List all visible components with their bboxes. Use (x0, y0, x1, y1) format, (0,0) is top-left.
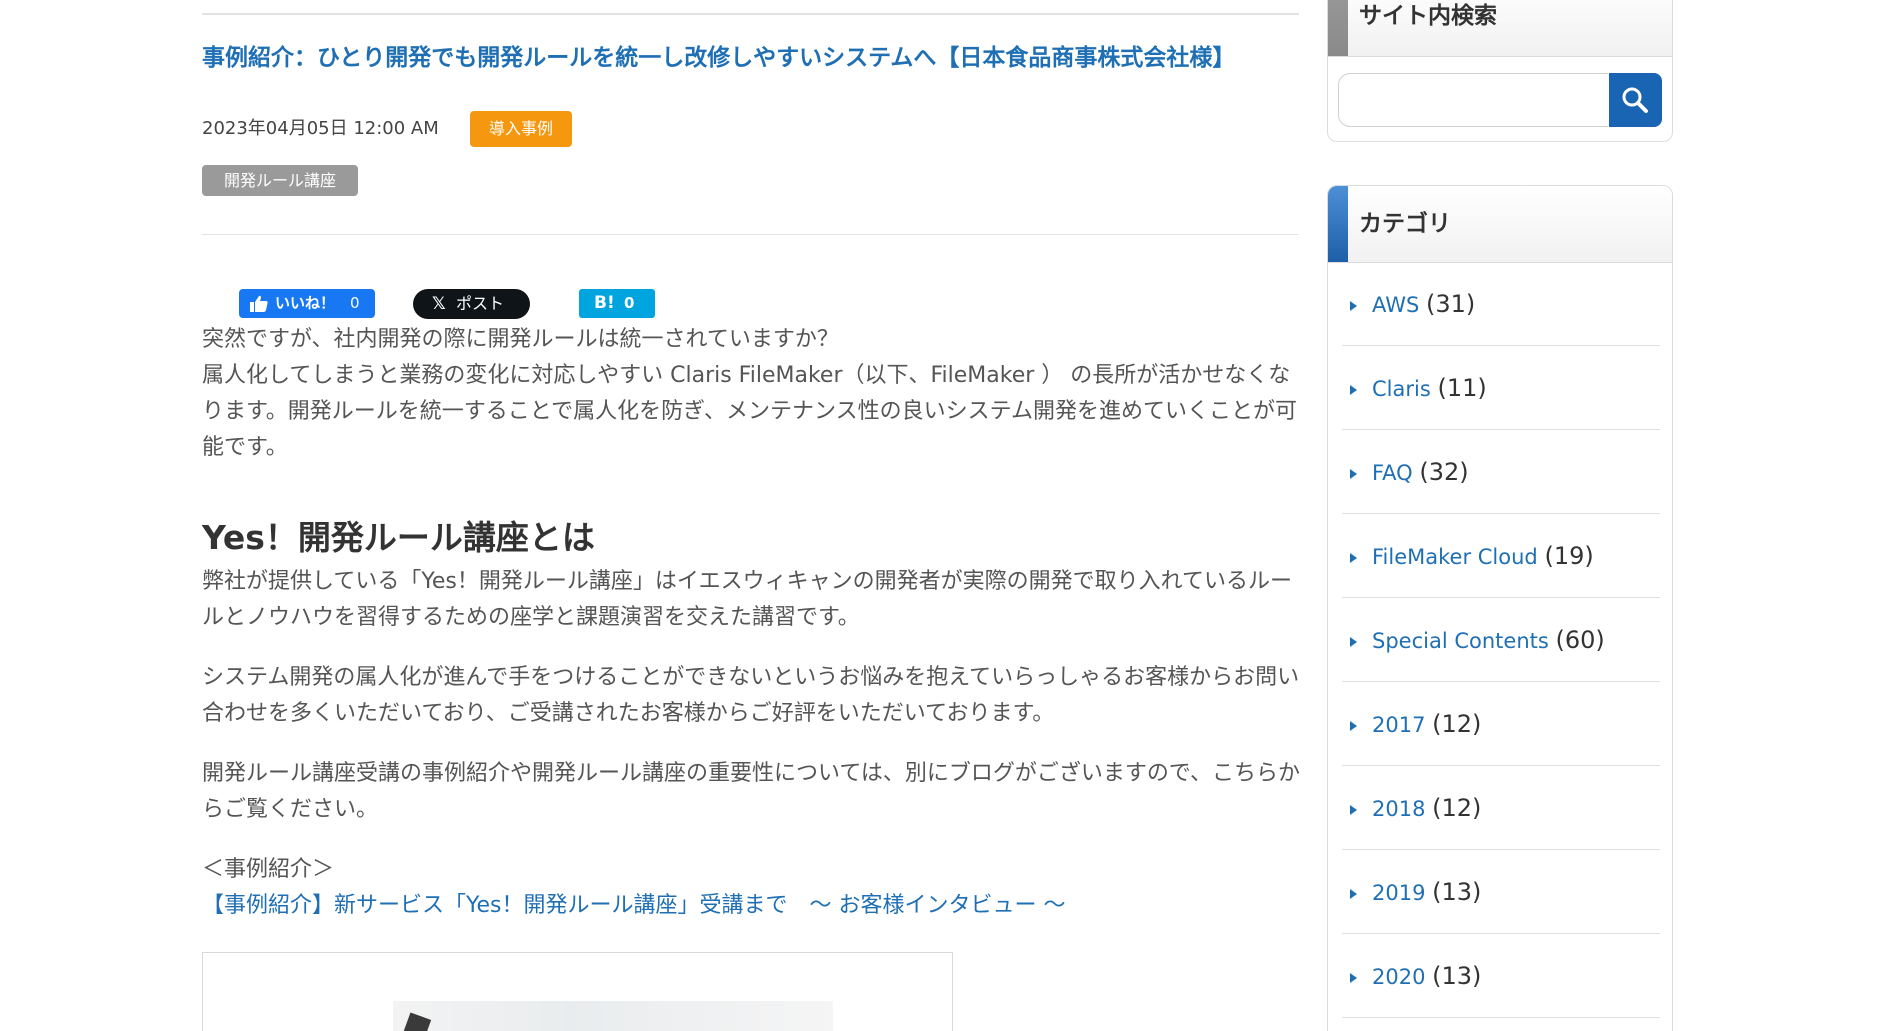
section-heading: Yes！開発ルール講座とは (202, 518, 595, 557)
paragraph: 開発ルール講座受講の事例紹介や開発ルール講座の重要性については、別にブログがござ… (202, 761, 1301, 822)
case-study-link[interactable]: 【事例紹介】新サービス「Yes！開発ルール講座」受講まで ～ お客様インタビュー… (202, 888, 1066, 924)
category-count: (32) (1419, 458, 1469, 486)
category-item: 2017 (12) (1342, 682, 1660, 766)
widget-title: サイト内検索 (1359, 3, 1497, 29)
category-link[interactable]: AWS (31) (1372, 286, 1475, 323)
arrow-right-icon (1350, 553, 1357, 563)
arrow-right-icon (1350, 637, 1357, 647)
category-link[interactable]: 2018 (12) (1372, 790, 1481, 827)
category-label[interactable]: Special Contents (1372, 629, 1549, 653)
category-item: Special Contents (60) (1342, 598, 1660, 682)
x-logo-icon: 𝕏 (432, 294, 446, 314)
category-count: (13) (1432, 962, 1482, 990)
category-widget: カテゴリ AWS (31) Claris (11) FAQ (32) FileM… (1327, 185, 1673, 1031)
category-list: AWS (31) Claris (11) FAQ (32) FileMaker … (1342, 262, 1660, 1018)
category-count: (19) (1544, 542, 1594, 570)
intro-line: 属人化してしまうと業務の変化に対応しやすい Claris FileMaker（以… (202, 363, 1297, 460)
category-item: 2020 (13) (1342, 934, 1660, 1018)
category-count: (60) (1555, 626, 1605, 654)
embedded-image-card[interactable] (202, 952, 953, 1031)
paragraph: 弊社が提供している「Yes！開発ルール講座」はイエスウィキャンの開発者が実際の開… (202, 569, 1292, 630)
category-label[interactable]: 2017 (1372, 713, 1425, 737)
category-link[interactable]: FileMaker Cloud (19) (1372, 538, 1594, 575)
blog-page: 事例紹介：ひとり開発でも開発ルールを統一し改修しやすいシステムへ【日本食品商事株… (0, 0, 1879, 1031)
arrow-right-icon (1350, 973, 1357, 983)
search-input[interactable] (1338, 73, 1608, 127)
category-item: Claris (11) (1342, 346, 1660, 430)
intro-text: 突然ですが、社内開発の際に開発ルールは統一されていますか？ 属人化してしまうと業… (202, 322, 1302, 466)
arrow-right-icon (1350, 469, 1357, 479)
arrow-right-icon (1350, 301, 1357, 311)
widget-title: カテゴリ (1359, 211, 1451, 237)
category-count: (11) (1437, 374, 1487, 402)
category-item: 2018 (12) (1342, 766, 1660, 850)
search-icon (1622, 87, 1648, 113)
category-link[interactable]: 2019 (13) (1372, 874, 1481, 911)
category-label[interactable]: AWS (1372, 293, 1419, 317)
post-title-link[interactable]: 事例紹介：ひとり開発でも開発ルールを統一し改修しやすいシステムへ【日本食品商事株… (202, 40, 1299, 76)
category-item: 2019 (13) (1342, 850, 1660, 934)
arrow-right-icon (1350, 385, 1357, 395)
widget-header-bar (1328, 186, 1348, 262)
category-item: AWS (31) (1342, 262, 1660, 346)
x-post-label: ポスト (456, 294, 505, 313)
category-count: (12) (1432, 710, 1482, 738)
hatena-bookmark-icon: B! (594, 293, 615, 313)
category-link[interactable]: Claris (11) (1372, 370, 1487, 407)
facebook-like-count: 0 (350, 294, 360, 312)
category-label[interactable]: Claris (1372, 377, 1431, 401)
arrow-right-icon (1350, 805, 1357, 815)
hatena-bookmark-button[interactable]: B! 0 (579, 289, 655, 318)
category-count: (31) (1426, 290, 1476, 318)
hatena-bookmark-count: 0 (624, 294, 635, 312)
category-link[interactable]: Special Contents (60) (1372, 622, 1605, 659)
category-label[interactable]: FAQ (1372, 461, 1413, 485)
arrow-right-icon (1350, 721, 1357, 731)
category-item: FAQ (32) (1342, 430, 1660, 514)
tag-badge[interactable]: 開発ルール講座 (202, 165, 358, 196)
intro-line: 突然ですが、社内開発の際に開発ルールは統一されていますか？ (202, 327, 839, 352)
divider (202, 234, 1299, 235)
arrow-right-icon (1350, 889, 1357, 899)
category-item: FileMaker Cloud (19) (1342, 514, 1660, 598)
widget-header-bar (1328, 0, 1348, 56)
post-date: 2023年04月05日 12:00 AM (202, 118, 439, 139)
category-link[interactable]: FAQ (32) (1372, 454, 1469, 491)
category-count: (13) (1432, 878, 1482, 906)
x-post-button[interactable]: 𝕏 ポスト (413, 289, 530, 319)
category-badge[interactable]: 導入事例 (470, 111, 572, 147)
case-study-label: ＜事例紹介＞ (202, 857, 335, 882)
facebook-like-button[interactable]: いいね！ 0 (239, 289, 375, 318)
category-label[interactable]: 2020 (1372, 965, 1425, 989)
site-search-widget: サイト内検索 (1327, 0, 1673, 142)
category-label[interactable]: 2018 (1372, 797, 1425, 821)
category-label[interactable]: 2019 (1372, 881, 1425, 905)
paragraph: システム開発の属人化が進んで手をつけることができないというお悩みを抱えていらっし… (202, 665, 1300, 726)
search-button[interactable] (1609, 73, 1662, 127)
facebook-like-label: いいね！ (275, 294, 336, 312)
widget-header: カテゴリ (1328, 186, 1672, 263)
category-link[interactable]: 2017 (12) (1372, 706, 1481, 743)
category-count: (12) (1432, 794, 1482, 822)
divider (202, 13, 1299, 15)
category-link[interactable]: 2020 (13) (1372, 958, 1481, 995)
widget-header: サイト内検索 (1328, 0, 1672, 57)
category-label[interactable]: FileMaker Cloud (1372, 545, 1538, 569)
thumbs-up-icon (250, 295, 268, 312)
embedded-image (393, 1001, 833, 1031)
